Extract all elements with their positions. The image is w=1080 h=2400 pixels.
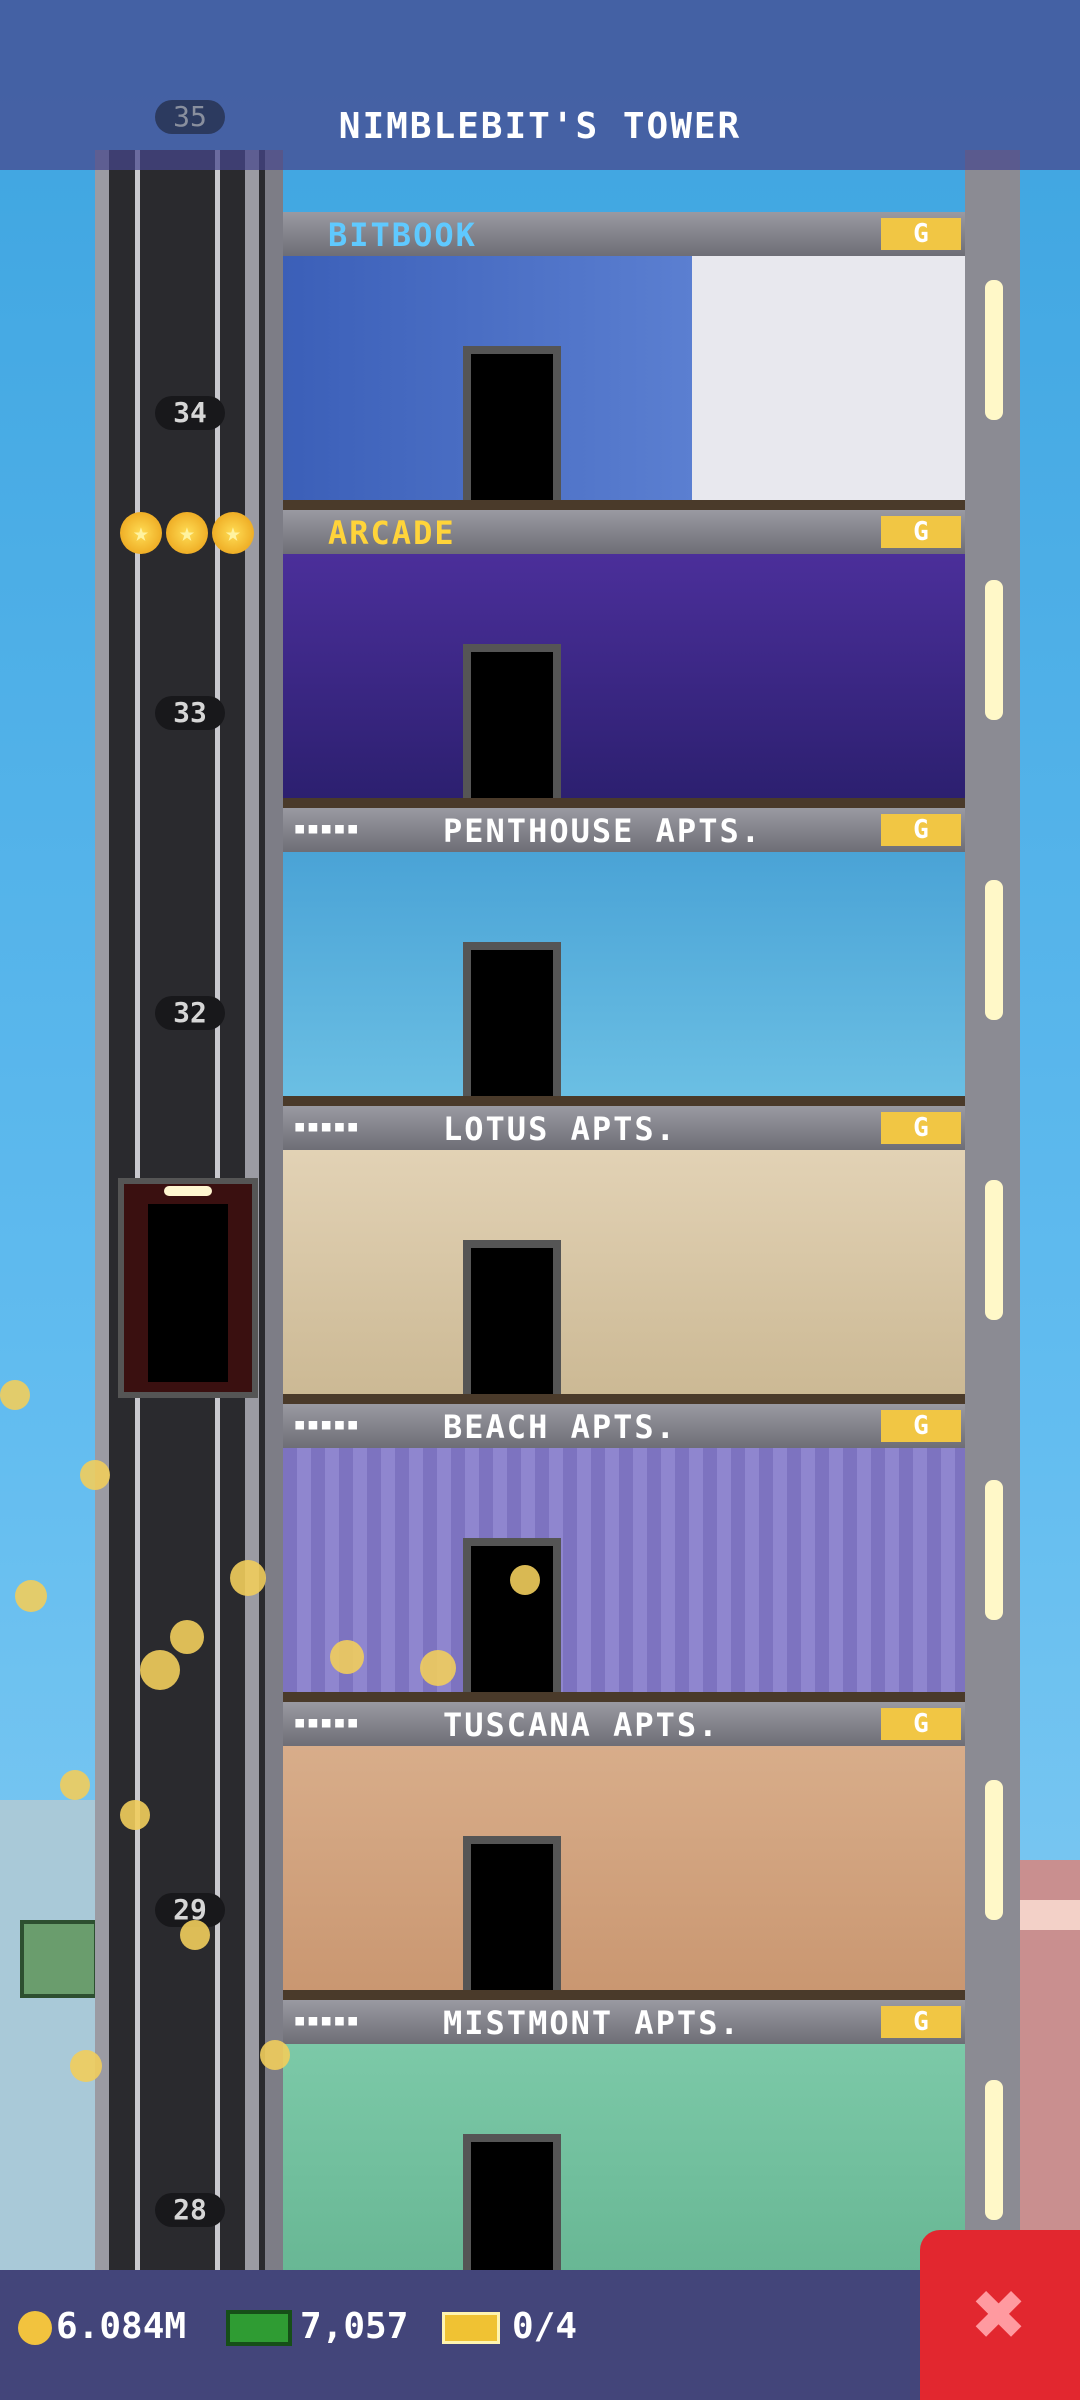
coin-particle	[80, 1460, 110, 1490]
floor-name: ARCADE	[328, 514, 456, 552]
vacancy-pips: ▪▪▪▪▪	[293, 2008, 360, 2033]
tower-right-wall	[965, 150, 1020, 2270]
room-floor	[283, 1394, 965, 1404]
tower-title: NIMBLEBIT'S TOWER	[338, 106, 742, 147]
ticket-counter[interactable]: 0/4	[442, 2306, 577, 2347]
floor-beach-apts[interactable]: ▪▪▪▪▪ BEACH APTS. G	[283, 1404, 965, 1718]
floor-number-28: 28	[155, 2193, 225, 2227]
coin-icon	[18, 2311, 52, 2345]
room-interior	[283, 554, 965, 824]
coin-particle	[0, 1380, 30, 1410]
star-icon: ★	[120, 512, 162, 554]
tower-column	[265, 150, 283, 2270]
gold-badge[interactable]: G	[881, 2006, 961, 2038]
vacancy-pips: ▪▪▪▪▪	[293, 1412, 360, 1437]
coin-particle	[330, 1640, 364, 1674]
coin-particle	[260, 2040, 290, 2070]
floor-lotus-apts[interactable]: ▪▪▪▪▪ LOTUS APTS. G	[283, 1106, 965, 1420]
elevator-lamp	[164, 1186, 212, 1196]
gold-badge[interactable]: G	[881, 1708, 961, 1740]
room-interior	[283, 2044, 965, 2314]
coin-particle	[120, 1800, 150, 1830]
billboard	[20, 1920, 98, 1998]
floor-name: BITBOOK	[328, 216, 477, 254]
gold-badge[interactable]: G	[881, 814, 961, 846]
room-interior	[283, 1150, 965, 1420]
bux-icon	[226, 2310, 292, 2346]
golden-ticket-icon	[442, 2312, 500, 2344]
gold-badge[interactable]: G	[881, 1112, 961, 1144]
coin-particle	[230, 1560, 266, 1596]
coin-particle	[510, 1565, 540, 1595]
city-building-left	[0, 1800, 98, 2280]
ticket-value: 0/4	[512, 2306, 578, 2347]
room-door	[463, 1240, 561, 1420]
bux-value: 7,057	[300, 2306, 409, 2347]
coin-particle	[420, 1650, 456, 1686]
resource-bar: 6.084M 7,057 0/4	[0, 2270, 1080, 2400]
shaft-rail	[95, 150, 109, 2270]
coin-particle	[15, 1580, 47, 1612]
room-floor	[283, 1692, 965, 1702]
coins-counter[interactable]: 6.084M	[18, 2306, 186, 2347]
wall-window	[985, 1180, 1003, 1320]
wall-window	[985, 1480, 1003, 1620]
floor-name: BEACH APTS.	[443, 1408, 677, 1446]
room-floor	[283, 500, 965, 510]
coin-particle	[180, 1920, 210, 1950]
floor-penthouse-apts[interactable]: ▪▪▪▪▪ PENTHOUSE APTS. G	[283, 808, 965, 1122]
city-building-right	[1020, 1860, 1080, 2280]
room-door	[463, 942, 561, 1122]
coin-particle	[70, 2050, 102, 2082]
wall-window	[985, 880, 1003, 1020]
room-door	[463, 644, 561, 824]
floor-tuscana-apts[interactable]: ▪▪▪▪▪ TUSCANA APTS. G	[283, 1702, 965, 2016]
coin-particle	[140, 1650, 180, 1690]
vacancy-pips: ▪▪▪▪▪	[293, 1114, 360, 1139]
room-interior	[283, 1746, 965, 2016]
floor-star-rating: ★ ★ ★	[120, 512, 254, 554]
floor-name: MISTMONT APTS.	[443, 2004, 741, 2042]
bux-counter[interactable]: 7,057	[226, 2306, 408, 2347]
wall-window	[985, 2080, 1003, 2220]
room-door	[463, 1538, 561, 1718]
elevator-door	[148, 1204, 228, 1382]
floor-bitbook[interactable]: BITBOOK G	[283, 212, 965, 526]
gold-badge[interactable]: G	[881, 218, 961, 250]
room-interior	[283, 256, 965, 526]
coins-value: 6.084M	[56, 2306, 187, 2347]
coin-particle	[60, 1770, 90, 1800]
floor-arcade[interactable]: ARCADE G	[283, 510, 965, 824]
vacancy-pips: ▪▪▪▪▪	[293, 816, 360, 841]
elevator-car[interactable]	[118, 1178, 258, 1398]
room-floor	[283, 1096, 965, 1106]
floor-number-33: 33	[155, 696, 225, 730]
room-door	[463, 1836, 561, 2016]
room-floor	[283, 798, 965, 808]
close-button[interactable]: ✖	[920, 2230, 1080, 2400]
coin-particle	[170, 1620, 204, 1654]
floor-number-34: 34	[155, 396, 225, 430]
gold-badge[interactable]: G	[881, 516, 961, 548]
room-floor	[283, 1990, 965, 2000]
tower-title-bar: 35 NIMBLEBIT'S TOWER	[0, 0, 1080, 170]
floor-name: LOTUS APTS.	[443, 1110, 677, 1148]
floor-name: PENTHOUSE APTS.	[443, 812, 762, 850]
vacancy-pips: ▪▪▪▪▪	[293, 1710, 360, 1735]
floor-number-32: 32	[155, 996, 225, 1030]
floor-mistmont-apts[interactable]: ▪▪▪▪▪ MISTMONT APTS. G	[283, 2000, 965, 2314]
wall-window	[985, 580, 1003, 720]
gold-badge[interactable]: G	[881, 1410, 961, 1442]
room-interior	[283, 1448, 965, 1718]
floor-name: TUSCANA APTS.	[443, 1706, 720, 1744]
star-icon: ★	[212, 512, 254, 554]
wall-window	[985, 1780, 1003, 1920]
room-interior	[283, 852, 965, 1122]
star-icon: ★	[166, 512, 208, 554]
room-door	[463, 346, 561, 526]
wall-window	[985, 280, 1003, 420]
